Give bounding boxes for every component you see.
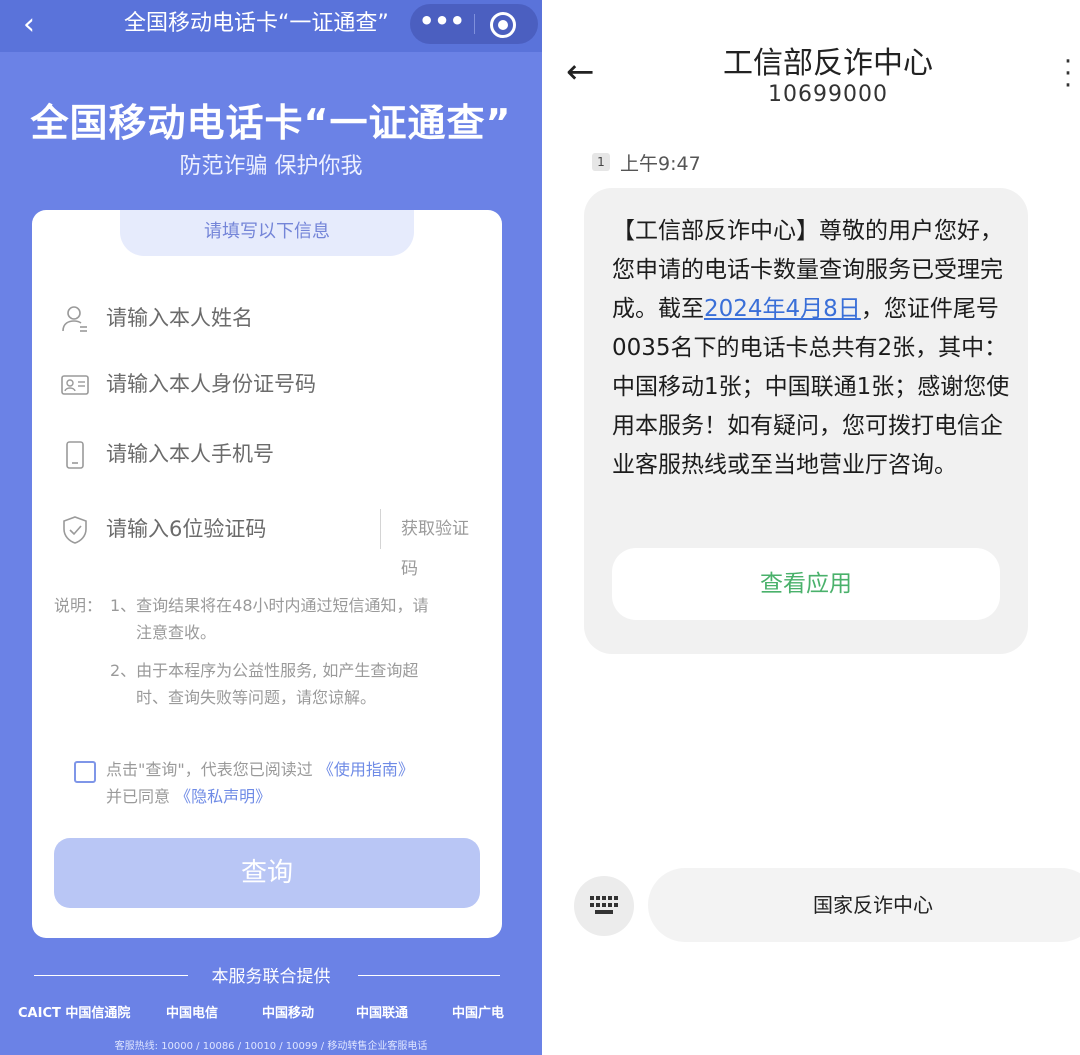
message-text-after: ，您证件尾号0035名下的电话卡总共有2张，其中：中国移动1张；中国联通1张；感…	[612, 296, 1010, 478]
phone-field[interactable]: 请输入本人手机号	[60, 434, 480, 474]
china-broadnet-logo: 中国广电	[452, 1006, 505, 1021]
hero-subtitle: 防范诈骗 保护你我	[179, 154, 363, 179]
verify-code-field[interactable]: 请输入6位验证码 获取验证码	[60, 509, 480, 579]
caict-logo: CAICT 中国信通院	[18, 1006, 131, 1021]
shield-check-icon	[63, 516, 87, 544]
china-mobile-logo: 中国移动	[262, 1006, 315, 1021]
id-number-field[interactable]: 请输入本人身份证号码	[60, 364, 480, 404]
back-chevron-icon[interactable]: ‹	[12, 8, 46, 42]
note-label: 说明：	[54, 596, 103, 615]
agree-checkbox[interactable]	[74, 761, 96, 783]
mini-program-topbar: ‹ 全国移动电话卡“一证通查” •••	[0, 0, 542, 52]
note-item-2-line1: 2、由于本程序为公益性服务, 如产生查询超	[110, 661, 419, 680]
note-item-1-line2: 注意查收。	[136, 623, 217, 642]
person-icon	[62, 306, 87, 332]
id-placeholder: 请输入本人身份证号码	[106, 372, 316, 396]
menu-capsule: •••	[410, 4, 538, 44]
note-item-2-line2: 时、查询失败等问题，请您谅解。	[136, 688, 377, 707]
more-dots-icon[interactable]: •••	[410, 4, 474, 44]
partner-logos: CAICT 中国信通院 中国电信 中国移动 中国联通 中国广电	[0, 998, 542, 1028]
china-unicom-logo: 中国联通	[356, 1006, 409, 1021]
form-card: 请填写以下信息 请输入本人姓名 请输入本人身份证号码 请输入本人手机号 请输入6…	[32, 210, 502, 938]
name-placeholder: 请输入本人姓名	[106, 306, 253, 330]
id-card-icon	[61, 375, 89, 395]
hero-title: 全国移动电话卡“一证通查”	[30, 101, 512, 145]
view-app-button[interactable]: 查看应用	[612, 548, 1000, 620]
agree-middle: 并已同意	[106, 787, 171, 806]
message-date-link[interactable]: 2024年4月8日	[704, 296, 861, 322]
sim-badge: 1	[592, 153, 610, 171]
keyboard-button[interactable]	[574, 876, 634, 936]
hotline-text: 客服热线: 10000 / 10086 / 10010 / 10099 / 移动…	[114, 1041, 428, 1052]
get-code-button[interactable]: 获取验证码	[380, 509, 480, 579]
keyboard-icon	[590, 896, 618, 914]
footer-line-right	[358, 975, 500, 976]
privacy-link[interactable]: 《隐私声明》	[175, 787, 271, 806]
query-button[interactable]: 查询	[54, 838, 480, 908]
quick-reply-bar[interactable]: 国家反诈中心	[648, 868, 1080, 942]
quick-reply-text[interactable]: 国家反诈中心	[648, 868, 1080, 942]
note-item-1-line1: 1、查询结果将在48小时内通过短信通知，请	[110, 596, 429, 615]
capsule-divider	[474, 14, 475, 34]
message-time: 上午9:47	[620, 153, 701, 175]
message-bubble: 【工信部反诈中心】尊敬的用户您好，您申请的电话卡数量查询服务已受理完成。截至20…	[584, 188, 1028, 654]
china-telecom-logo: 中国电信	[166, 1006, 219, 1021]
phone-placeholder: 请输入本人手机号	[106, 442, 274, 466]
more-vertical-icon[interactable]: · · ·	[1060, 49, 1076, 99]
form-section-label: 请填写以下信息	[120, 210, 414, 256]
mini-program-panel: ‹ 全国移动电话卡“一证通查” ••• 全国移动电话卡“一证通查” 防范诈骗 保…	[0, 0, 542, 1055]
sender-number: 10699000	[768, 82, 888, 107]
sender-name: 工信部反诈中心	[723, 46, 933, 81]
guide-link[interactable]: 《使用指南》	[318, 760, 414, 779]
name-field[interactable]: 请输入本人姓名	[60, 298, 480, 338]
agreement-text: 点击"查询"，代表您已阅读过 《使用指南》 并已同意 《隐私声明》	[106, 756, 486, 810]
close-target-icon[interactable]	[490, 12, 516, 38]
message-text: 【工信部反诈中心】尊敬的用户您好，您申请的电话卡数量查询服务已受理完成。截至20…	[612, 212, 1012, 485]
topbar-title: 全国移动电话卡“一证通查”	[124, 11, 389, 36]
sms-panel: ← 工信部反诈中心 10699000 · · · 1 上午9:47 【工信部反诈中心…	[548, 0, 1080, 1055]
code-placeholder: 请输入6位验证码	[106, 517, 267, 541]
agree-prefix: 点击"查询"，代表您已阅读过	[106, 760, 313, 779]
mobile-phone-icon	[66, 441, 84, 469]
